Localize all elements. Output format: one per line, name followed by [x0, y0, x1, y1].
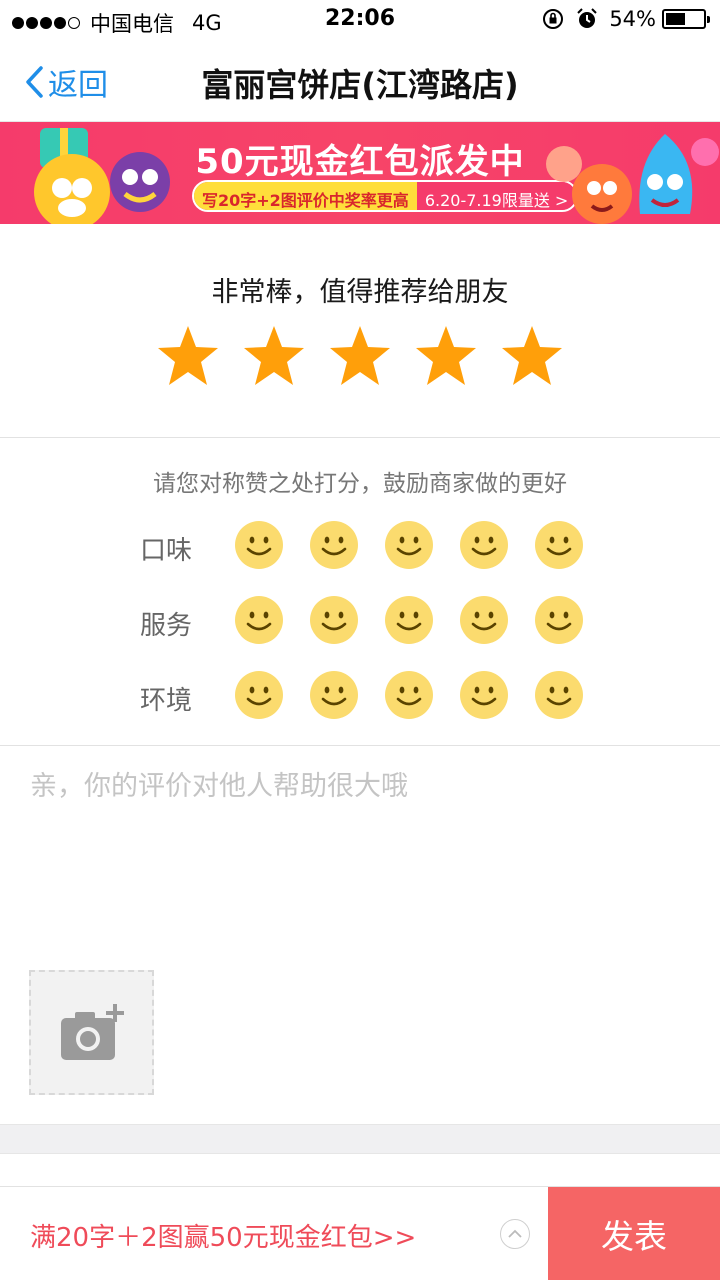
- banner-subtitle: 写20字+2图评价中奖率更高 6.20-7.19限量送 >: [192, 180, 579, 212]
- banner-sub-left: 写20字+2图评价中奖率更高: [194, 182, 417, 210]
- rating-row-label: 环境: [140, 686, 193, 716]
- rating-row-service: 服务: [0, 595, 720, 651]
- smiley-icon[interactable]: [534, 520, 584, 570]
- status-bar: 中国电信 4G 22:06 54%: [0, 0, 720, 40]
- promo-banner[interactable]: 50元现金红包派发中 写20字+2图评价中奖率更高 6.20-7.19限量送 >: [0, 122, 720, 224]
- battery-icon: [662, 9, 710, 29]
- smiley-icon[interactable]: [234, 670, 284, 720]
- rotation-lock-icon: [543, 9, 564, 29]
- alarm-icon: [577, 8, 598, 28]
- collapse-button[interactable]: [500, 1219, 530, 1249]
- add-photo-button[interactable]: [29, 970, 154, 1095]
- chevron-up-icon: [508, 1229, 522, 1238]
- star-icon[interactable]: [500, 324, 564, 388]
- rating-row-label: 口味: [140, 536, 193, 566]
- smiley-icon[interactable]: [234, 520, 284, 570]
- comment-area: [0, 746, 720, 1124]
- status-right: 54%: [531, 7, 710, 31]
- sub-rating-hint: 请您对称赞之处打分，鼓励商家做的更好: [153, 471, 567, 497]
- star-icon[interactable]: [328, 324, 392, 388]
- star-icon[interactable]: [156, 324, 220, 388]
- smiley-icon[interactable]: [459, 520, 509, 570]
- sub-rating-section: 请您对称赞之处打分，鼓励商家做的更好 口味 服务 环境: [0, 438, 720, 746]
- rating-description: 非常棒，值得推荐给朋友: [211, 277, 509, 308]
- overall-rating-section: 非常棒，值得推荐给朋友: [0, 224, 720, 438]
- page-title: 富丽宫饼店(江湾路店): [201, 66, 519, 104]
- star-icon[interactable]: [414, 324, 478, 388]
- battery-percent: 54%: [609, 7, 656, 31]
- nav-bar: 返回 富丽宫饼店(江湾路店): [0, 40, 720, 122]
- battery-fill: [666, 13, 686, 25]
- smiley-icon[interactable]: [309, 520, 359, 570]
- smiley-icon[interactable]: [234, 595, 284, 645]
- section-divider: [0, 1124, 720, 1154]
- smiley-icon[interactable]: [384, 520, 434, 570]
- smiley-group: [234, 670, 609, 720]
- rating-row-environment: 环境: [0, 670, 720, 726]
- star-icon[interactable]: [242, 324, 306, 388]
- comment-input[interactable]: [30, 764, 690, 944]
- bottom-bar: 满20字＋2图赢50元现金红包>> 发表: [0, 1186, 720, 1280]
- smiley-icon[interactable]: [309, 595, 359, 645]
- smiley-icon[interactable]: [459, 595, 509, 645]
- smiley-icon[interactable]: [384, 595, 434, 645]
- promo-link[interactable]: 满20字＋2图赢50元现金红包>>: [30, 1217, 416, 1254]
- smiley-icon[interactable]: [534, 670, 584, 720]
- publish-button[interactable]: 发表: [548, 1187, 720, 1280]
- rating-row-taste: 口味: [0, 520, 720, 576]
- smiley-icon[interactable]: [459, 670, 509, 720]
- star-rating: [0, 324, 720, 388]
- rating-row-label: 服务: [140, 611, 193, 641]
- smiley-group: [234, 520, 609, 570]
- smiley-group: [234, 595, 609, 645]
- camera-plus-icon: [60, 1003, 124, 1060]
- smiley-icon[interactable]: [309, 670, 359, 720]
- smiley-icon[interactable]: [384, 670, 434, 720]
- mascot-right-illustration: [546, 134, 719, 224]
- smiley-icon[interactable]: [534, 595, 584, 645]
